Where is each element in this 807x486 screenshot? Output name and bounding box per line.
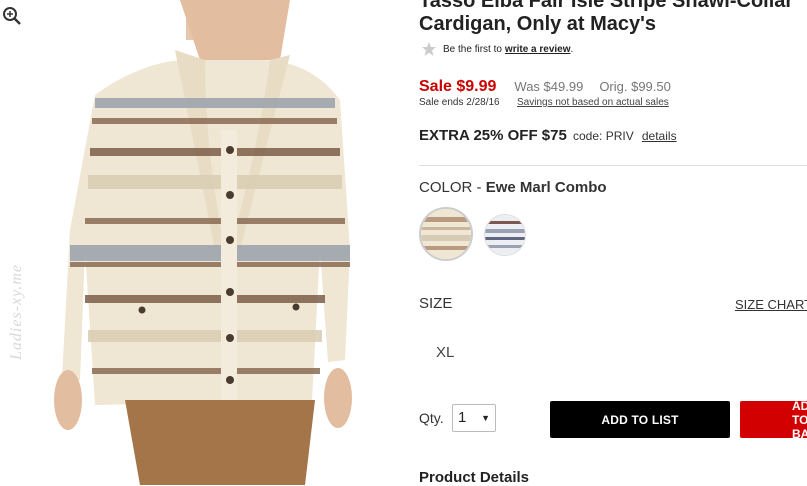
write-review-link[interactable]: write a review <box>505 44 571 55</box>
size-label: SIZE <box>419 295 453 312</box>
qty-select[interactable]: 1 ▼ <box>452 404 496 432</box>
add-to-list-button[interactable]: ADD TO LIST <box>550 401 730 438</box>
original-price: Orig. $99.50 <box>599 79 671 94</box>
image-watermark: Ladies-xy.me <box>8 264 25 360</box>
star-icon <box>422 42 436 56</box>
swatch-alternate-color[interactable] <box>484 214 526 256</box>
was-price: Was $49.99 <box>514 79 584 94</box>
review-prompt: Be the first to write a review . <box>421 41 573 57</box>
product-title: Tasso Elba Fair Isle Stripe Shawl-Collar… <box>419 0 807 36</box>
add-to-bag-button[interactable]: ADD TO BAG <box>740 399 807 441</box>
product-image-panel: Ladies-xy.me <box>0 0 398 485</box>
price-row: Sale $9.99 Was $49.99 Orig. $99.50 <box>419 78 671 96</box>
sale-price: Sale $9.99 <box>419 78 497 95</box>
qty-label: Qty. <box>419 410 444 426</box>
size-option-xl[interactable]: XL <box>436 344 454 361</box>
swatch-ewe-marl-combo[interactable] <box>419 207 473 261</box>
chevron-down-icon: ▼ <box>481 413 490 423</box>
promo-banner: EXTRA 25% OFF $75 code: PRIV details <box>419 127 677 144</box>
review-suffix: . <box>570 43 574 55</box>
review-prefix: Be the first to <box>443 43 502 55</box>
divider <box>419 165 807 166</box>
size-chart-link[interactable]: SIZE CHART <box>735 297 807 312</box>
qty-value: 1 <box>458 409 467 426</box>
product-details-heading: Product Details <box>419 469 530 486</box>
color-value: Ewe Marl Combo <box>485 179 607 196</box>
promo-details-link[interactable]: details <box>642 129 677 143</box>
color-prefix: COLOR - <box>419 179 486 196</box>
promo-code: code: PRIV <box>573 129 634 143</box>
product-image <box>0 0 398 485</box>
sale-ends: Sale ends 2/28/16 <box>419 97 500 108</box>
promo-headline: EXTRA 25% OFF $75 <box>419 127 567 144</box>
savings-note-link[interactable]: Savings not based on actual sales <box>517 97 669 108</box>
product-title-line2: Cardigan, Only at Macy's <box>419 13 657 35</box>
color-label: COLOR - Ewe Marl Combo <box>419 179 607 196</box>
zoom-icon[interactable] <box>2 6 22 26</box>
product-title-line1: Tasso Elba Fair Isle Stripe Shawl-Collar <box>419 0 794 12</box>
